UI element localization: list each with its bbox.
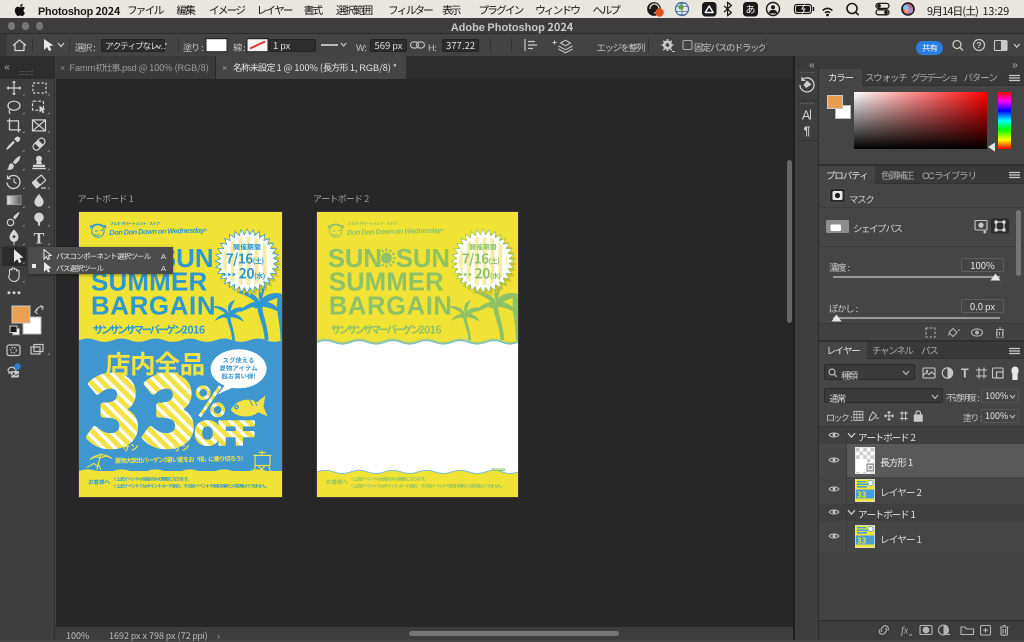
svg-text:※上記イベントではポイントカード割引、その他イベントや割引特: ※上記イベントではポイントカード割引、その他イベントや割引特典との併用はできませ… xyxy=(112,482,268,489)
svg-text:お客様へ: お客様へ xyxy=(87,477,110,485)
svg-text:A: A xyxy=(802,105,811,124)
svg-text:T: T xyxy=(961,366,969,380)
svg-text:?: ? xyxy=(976,39,981,51)
svg-text:サン: サン xyxy=(121,440,139,453)
svg-text:33: 33 xyxy=(857,536,867,547)
svg-text:超お買い得!: 超お買い得! xyxy=(221,371,255,380)
svg-text:OFF: OFF xyxy=(194,407,253,454)
svg-text:お客様へ: お客様へ xyxy=(325,477,347,485)
svg-text:サンサンサマーバーゲン2016: サンサンサマーバーゲン2016 xyxy=(92,322,204,337)
svg-text:サンサンサマーバーゲン2016: サンサンサマーバーゲン2016 xyxy=(330,322,441,337)
svg-text:BARGAIN: BARGAIN xyxy=(90,285,215,322)
svg-text:BARGAIN: BARGAIN xyxy=(328,285,452,322)
svg-text:※上記イベントではポイントカード割引、その他イベントや割引特: ※上記イベントではポイントカード割引、その他イベントや割引特典との併用はできませ… xyxy=(350,482,505,489)
svg-text:¶: ¶ xyxy=(804,122,811,139)
svg-text:T: T xyxy=(34,231,45,248)
svg-text:fx: fx xyxy=(901,626,909,637)
svg-text:サン: サン xyxy=(171,440,189,453)
svg-text:あ: あ xyxy=(746,1,756,16)
svg-text:33: 33 xyxy=(857,490,867,501)
svg-text:※上記イベントは当店のみの開催となります。: ※上記イベントは当店のみの開催となります。 xyxy=(112,475,190,482)
svg-text:※上記イベントは当店のみの開催となります。: ※上記イベントは当店のみの開催となります。 xyxy=(350,475,427,482)
